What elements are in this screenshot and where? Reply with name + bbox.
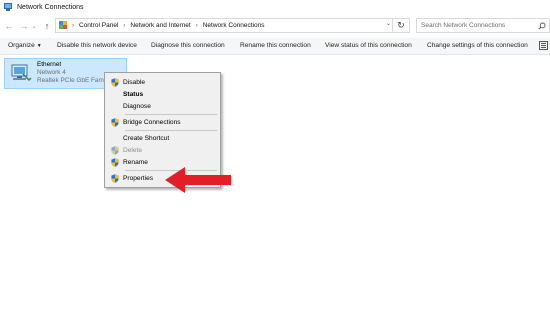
menu-label: Create Shortcut [123, 135, 170, 142]
window-title: Network Connections [17, 4, 84, 11]
command-bar: Organize ▼ Disable this network device Di… [0, 38, 550, 55]
menu-item-bridge-connections[interactable]: Bridge Connections [105, 117, 220, 128]
uac-shield-icon [111, 174, 119, 183]
menu-separator [125, 114, 217, 115]
uac-shield-icon [111, 158, 119, 167]
connection-network: Network 4 [37, 69, 66, 76]
address-bar[interactable]: › Control Panel › Network and Internet ›… [55, 18, 410, 33]
menu-item-diagnose[interactable]: Diagnose [105, 101, 220, 112]
connection-name: Ethernet [37, 61, 62, 68]
menu-label: Bridge Connections [123, 119, 181, 126]
menu-item-delete: Delete [105, 145, 220, 156]
view-status-button[interactable]: View status of this connection [325, 42, 412, 49]
rename-connection-button[interactable]: Rename this connection [240, 42, 311, 49]
uac-shield-icon [111, 118, 119, 127]
arrow-up-icon[interactable]: ↑ [41, 20, 53, 32]
breadcrumb-separator: › [123, 22, 126, 29]
address-row: ← → ⌄ ↑ › Control Panel › Network and In… [0, 17, 550, 35]
refresh-icon[interactable]: ↻ [392, 18, 410, 33]
search-icon[interactable] [538, 22, 546, 30]
arrow-left-icon[interactable]: ← [3, 20, 15, 32]
uac-shield-icon [111, 78, 119, 87]
network-connections-icon [4, 3, 13, 12]
chevron-down-icon[interactable]: ⌄ [30, 20, 38, 32]
diagnose-connection-button[interactable]: Diagnose this connection [151, 42, 225, 49]
network-adapter-icon [11, 64, 32, 82]
uac-shield-icon [111, 146, 119, 155]
breadcrumb-network-connections[interactable]: Network Connections [203, 22, 265, 29]
connections-list: Ethernet Network 4 Realtek PCIe GbE Fami… [0, 56, 550, 309]
breadcrumb-network-and-internet[interactable]: Network and Internet [130, 22, 190, 29]
menu-label: Rename [123, 159, 148, 166]
connection-adapter: Realtek PCIe GbE Family [37, 77, 110, 84]
search-placeholder: Search Network Connections [421, 22, 506, 29]
menu-label: Disable [123, 79, 145, 86]
menu-item-create-shortcut[interactable]: Create Shortcut [105, 133, 220, 144]
view-options-icon[interactable] [539, 41, 548, 50]
menu-item-status[interactable]: Status [105, 89, 220, 100]
menu-separator [125, 130, 217, 131]
annotation-arrow-icon [165, 167, 231, 193]
control-panel-icon [59, 21, 68, 30]
organize-button[interactable]: Organize ▼ [8, 42, 42, 49]
breadcrumb-control-panel[interactable]: Control Panel [79, 22, 118, 29]
change-settings-button[interactable]: Change settings of this connection [427, 42, 528, 49]
menu-label: Properties [123, 175, 154, 182]
breadcrumb-separator: › [195, 22, 198, 29]
chevron-down-icon: ▼ [36, 43, 42, 49]
disable-device-button[interactable]: Disable this network device [57, 42, 137, 49]
title-bar: Network Connections [0, 0, 550, 15]
arrow-right-icon[interactable]: → [18, 20, 30, 32]
search-input[interactable]: Search Network Connections [416, 18, 550, 33]
menu-label: Delete [123, 147, 143, 154]
menu-label: Diagnose [123, 103, 151, 110]
breadcrumb-separator: › [72, 22, 74, 29]
menu-item-disable[interactable]: Disable [105, 77, 220, 88]
menu-label: Status [123, 91, 144, 98]
address-dropdown-icon[interactable]: ⌄ [386, 20, 391, 27]
